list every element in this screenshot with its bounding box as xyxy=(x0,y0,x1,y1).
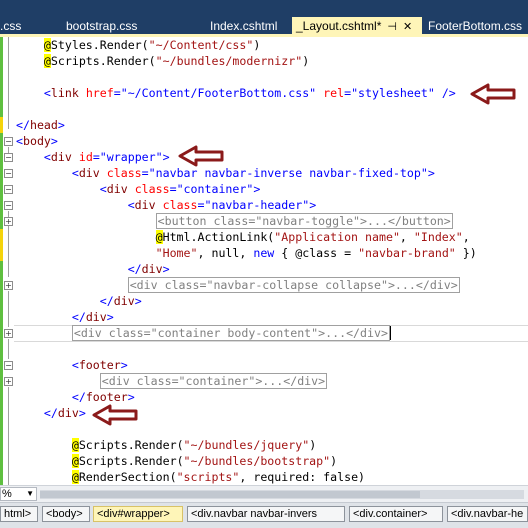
chevron-down-icon: ▼ xyxy=(26,489,34,498)
code-line: <div class="navbar-collapse collapse">..… xyxy=(16,277,460,293)
zoom-select[interactable]: % ▼ xyxy=(0,487,37,501)
breadcrumb-div-wrapper[interactable]: <div#wrapper> xyxy=(93,506,183,522)
change-bar-saved xyxy=(0,261,3,485)
change-bar-saved xyxy=(0,133,3,229)
collapsed-region[interactable]: <div class="container">...</div> xyxy=(99,373,328,389)
change-bar-unsaved xyxy=(0,229,3,261)
code-line: <link href="~/Content/FooterBottom.css" … xyxy=(43,86,456,100)
code-line: <div class="navbar-header"> xyxy=(127,198,317,212)
annotation-arrow-icon xyxy=(470,83,516,105)
collapsed-region[interactable]: <div class="container body-content">...<… xyxy=(71,325,390,341)
fold-toggle-icon[interactable]: − xyxy=(4,153,13,162)
code-line: @Scripts.Render("~/bundles/modernizr") xyxy=(43,54,310,68)
fold-toggle-icon[interactable]: − xyxy=(4,201,13,210)
breadcrumb-div-navbar-header[interactable]: <div.navbar-he xyxy=(447,506,528,522)
code-line: <div id="wrapper"> xyxy=(43,150,170,164)
editor-bottom-bar: % ▼ xyxy=(0,485,528,502)
code-line: @Html.ActionLink("Application name", "In… xyxy=(155,230,470,244)
change-bar-saved xyxy=(0,37,3,117)
fold-toggle-icon[interactable]: + xyxy=(4,377,13,386)
close-icon[interactable]: ✕ xyxy=(403,20,412,33)
code-line: @Scripts.Render("~/bundles/bootstrap") xyxy=(71,454,338,468)
code-line: </div> xyxy=(43,406,86,420)
breadcrumb-html[interactable]: html> xyxy=(0,506,38,522)
code-line: <div class="container"> xyxy=(99,182,261,196)
fold-toggle-icon[interactable]: − xyxy=(4,185,13,194)
fold-toggle-icon[interactable]: − xyxy=(4,169,13,178)
code-editor[interactable]: − − − − − + + + − + @Styles.Render("~/Co… xyxy=(0,37,528,485)
fold-toggle-icon[interactable]: + xyxy=(4,217,13,226)
change-bar-unsaved xyxy=(0,117,3,133)
breadcrumb-div-navbar[interactable]: <div.navbar navbar-invers xyxy=(187,506,345,522)
breadcrumb: html> <body> <div#wrapper> <div.navbar n… xyxy=(0,502,528,528)
code-line: @Scripts.Render("~/bundles/jquery") xyxy=(71,438,317,452)
annotation-arrow-icon xyxy=(178,145,224,167)
code-line: "Home", null, new { @class = "navbar-bra… xyxy=(155,246,477,260)
code-line: <div class="container">...</div> xyxy=(16,373,328,389)
fold-toggle-icon[interactable]: − xyxy=(4,361,13,370)
code-line: @RenderSection("scripts", required: fals… xyxy=(71,470,366,484)
code-line: </div> xyxy=(127,262,170,276)
code-line: <footer> xyxy=(71,358,128,372)
code-line: </div> xyxy=(71,310,114,324)
code-line: <button class="navbar-toggle">...</butto… xyxy=(16,213,453,229)
horizontal-scrollbar[interactable] xyxy=(40,490,524,499)
code-line: </head> xyxy=(16,118,65,132)
collapsed-region[interactable]: <div class="navbar-collapse collapse">..… xyxy=(127,277,460,293)
code-line: <div class="container body-content">...<… xyxy=(16,325,391,341)
breadcrumb-div-container[interactable]: <div.container> xyxy=(349,506,443,522)
pin-icon[interactable]: ⊣ xyxy=(387,20,397,33)
fold-toggle-icon[interactable]: − xyxy=(4,137,13,146)
text-cursor xyxy=(389,326,391,340)
breadcrumb-body[interactable]: <body> xyxy=(42,506,90,522)
fold-toggle-icon[interactable]: + xyxy=(4,281,13,290)
annotation-arrow-icon xyxy=(92,404,138,426)
collapsed-region[interactable]: <button class="navbar-toggle">...</butto… xyxy=(155,213,453,229)
code-line: <body> xyxy=(16,134,58,148)
code-line: @Styles.Render("~/Content/css") xyxy=(43,38,261,52)
code-line: </div> xyxy=(99,294,142,308)
scrollbar-thumb[interactable] xyxy=(40,491,420,498)
document-tab-strip: .css bootstrap.css Index.cshtml _Layout.… xyxy=(0,0,528,37)
fold-toggle-icon[interactable]: + xyxy=(4,329,13,338)
